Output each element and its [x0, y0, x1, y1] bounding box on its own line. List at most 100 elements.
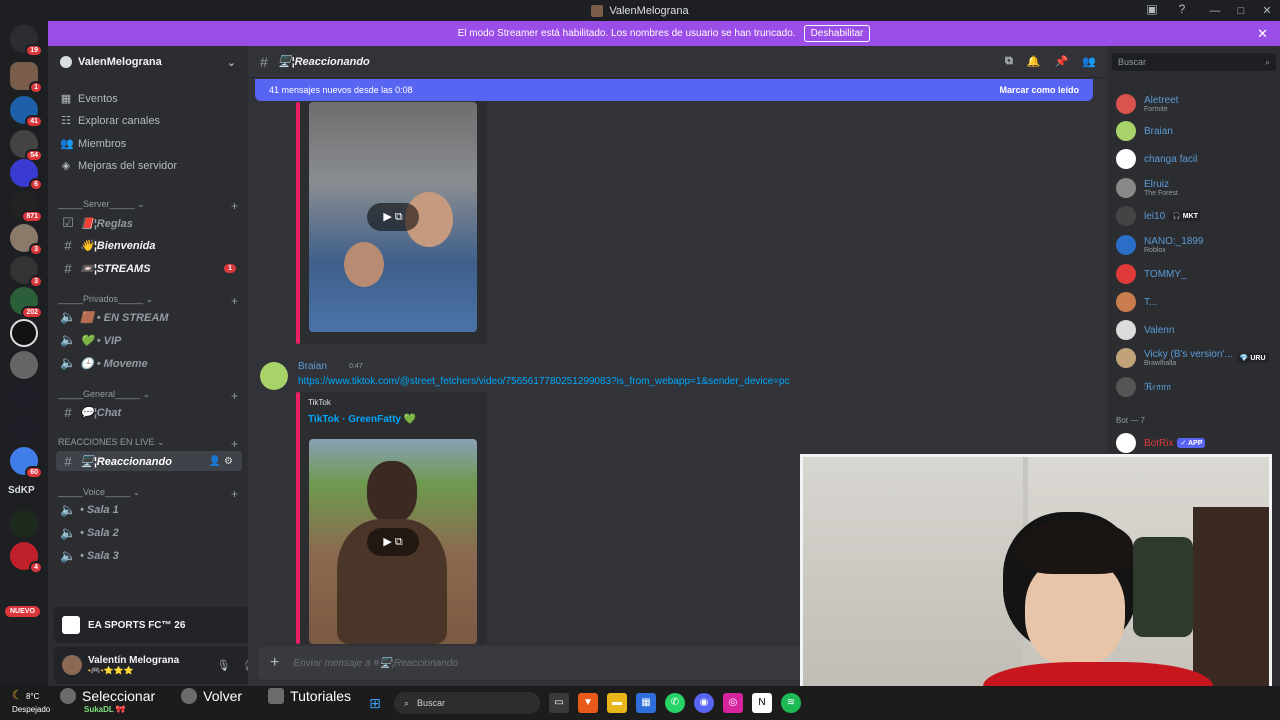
member-item[interactable]: Elruiz The Forest: [1116, 175, 1276, 201]
member-item[interactable]: changa facil: [1116, 146, 1276, 172]
video-thumbnail[interactable]: ▶ ⧉: [309, 102, 477, 332]
tutorials-hint[interactable]: Tutoriales: [268, 686, 351, 706]
taskbar-search[interactable]: ⌕ Buscar: [394, 692, 540, 714]
server-icon[interactable]: [10, 415, 38, 443]
play-video-button[interactable]: ▶ ⧉: [367, 527, 419, 556]
guild-header[interactable]: ValenMelograna ⌄: [48, 46, 248, 78]
server-icon[interactable]: [10, 319, 38, 347]
voice-channel-en-stream[interactable]: 🔈 🟫 • EN STREAM: [56, 307, 242, 327]
channel-settings-icons[interactable]: 👤⚙: [209, 456, 236, 467]
maximize-button[interactable]: □: [1228, 5, 1254, 17]
channel-bienvenida[interactable]: # 👋¦Bienvenida: [56, 235, 242, 255]
embed-title[interactable]: TikTok · GreenFatty 💚: [308, 414, 416, 425]
member-item[interactable]: Braian: [1116, 118, 1276, 144]
new-messages-bar[interactable]: 41 mensajes nuevos desde las 0:08 Marcar…: [255, 79, 1093, 101]
microphone-icon[interactable]: 🎙: [216, 659, 230, 672]
server-icon[interactable]: [10, 351, 38, 379]
server-icon[interactable]: 1: [10, 62, 43, 94]
close-window-button[interactable]: ✕: [1254, 4, 1280, 17]
server-icon[interactable]: 3: [10, 256, 43, 288]
server-icon[interactable]: 6: [10, 159, 43, 191]
channel-reglas[interactable]: ☑ 📕¦Reglas: [56, 213, 242, 233]
disable-streamer-button[interactable]: Deshabilitar: [803, 25, 871, 42]
member-item[interactable]: Aletreet Fortnite: [1116, 91, 1276, 117]
server-icon[interactable]: 54: [10, 130, 43, 162]
discord-icon[interactable]: ◉: [694, 693, 714, 713]
server-icon[interactable]: 871: [10, 191, 43, 223]
chevron-down-icon: ⌄: [226, 56, 236, 69]
voice-channel-sala-2[interactable]: 🔈 • Sala 2: [56, 523, 242, 543]
add-channel-icon[interactable]: +: [231, 294, 238, 308]
server-icon[interactable]: 4: [10, 542, 43, 574]
channel-streams[interactable]: # 📼¦STREAMS 1: [56, 258, 242, 278]
file-explorer-icon[interactable]: ▬: [607, 693, 627, 713]
notion-icon[interactable]: N: [752, 693, 772, 713]
add-attachment-icon[interactable]: +: [270, 654, 279, 672]
avatar[interactable]: [62, 655, 82, 675]
game-logo-icon: [62, 616, 80, 634]
close-banner-icon[interactable]: ✕: [1257, 26, 1268, 42]
server-icon[interactable]: 202: [10, 287, 43, 319]
search-input[interactable]: Buscar ⌕: [1112, 53, 1276, 71]
help-icon[interactable]: ?: [1174, 2, 1190, 18]
instagram-icon[interactable]: ◎: [723, 693, 743, 713]
member-item[interactable]: ℜ𝔢𝔫𝔫𝔫: [1116, 374, 1276, 400]
member-item[interactable]: Vicky (B's version'... Brawlhalla 💎 URU: [1116, 345, 1276, 371]
brave-browser-icon[interactable]: ▼: [578, 693, 598, 713]
store-icon[interactable]: ▦: [636, 693, 656, 713]
new-badge[interactable]: NUEVO: [5, 606, 40, 617]
avatar[interactable]: [260, 362, 288, 390]
member-item[interactable]: TOMMY_: [1116, 261, 1276, 287]
select-hint[interactable]: Seleccionar: [60, 686, 155, 706]
category-privados[interactable]: _____Privados_____ ⌄ +: [58, 294, 238, 308]
member-list-icon[interactable]: 👥: [1082, 55, 1096, 68]
task-view-icon[interactable]: ▭: [549, 693, 569, 713]
rules-icon: ☑: [62, 215, 74, 230]
category-reacciones[interactable]: REACCIONES EN LIVE ⌄ +: [58, 437, 238, 451]
category-voice[interactable]: _____Voice_____ ⌄ +: [58, 487, 238, 501]
bell-icon[interactable]: 🔔: [1027, 55, 1041, 68]
message-author[interactable]: Braian: [298, 361, 327, 372]
whatsapp-icon[interactable]: ✆: [665, 693, 685, 713]
play-video-button[interactable]: ▶ ⧉: [367, 203, 419, 231]
server-icon[interactable]: [10, 510, 38, 538]
weather-widget[interactable]: ☾ 8°C Despejado: [12, 689, 50, 716]
voice-channel-moveme[interactable]: 🔈 🕒 • Moveme: [56, 353, 242, 373]
add-channel-icon[interactable]: +: [231, 487, 238, 501]
category-general[interactable]: _____General_____ ⌄ +: [58, 389, 238, 403]
member-item[interactable]: Valenn: [1116, 317, 1276, 343]
nav-server-boosts[interactable]: ◈ Mejoras del servidor: [60, 159, 177, 173]
nav-events[interactable]: ▦ Eventos: [60, 92, 118, 106]
spotify-icon[interactable]: ≋: [781, 693, 801, 713]
add-channel-icon[interactable]: +: [231, 389, 238, 403]
member-item[interactable]: BotRix ✓ APP: [1116, 430, 1276, 456]
nav-members[interactable]: 👥 Miembros: [60, 137, 126, 151]
nav-browse-channels[interactable]: ☷ Explorar canales: [60, 114, 160, 128]
server-sdkp-label[interactable]: SdKP: [8, 485, 35, 496]
channel-reaccionando[interactable]: # 🖥️¦Reaccionando 👤⚙: [56, 451, 242, 471]
windows-start-icon[interactable]: ⊞: [365, 693, 385, 713]
mark-as-read-button[interactable]: Marcar como leído: [999, 85, 1079, 95]
back-hint[interactable]: Volver: [181, 686, 242, 706]
direct-messages-icon[interactable]: 19: [10, 25, 43, 57]
video-thumbnail[interactable]: ▶ ⧉: [309, 439, 477, 644]
voice-channel-sala-1[interactable]: 🔈 • Sala 1: [56, 500, 242, 520]
channel-chat[interactable]: # 💬¦Chat: [56, 402, 242, 422]
add-channel-icon[interactable]: +: [231, 437, 238, 451]
server-icon[interactable]: 60: [10, 447, 43, 479]
member-item[interactable]: T...: [1116, 289, 1276, 315]
inbox-icon[interactable]: ▣: [1144, 2, 1160, 18]
member-item[interactable]: lei10 🎧 MKT: [1116, 203, 1276, 229]
voice-channel-vip[interactable]: 🔈 💚 • VIP: [56, 330, 242, 350]
add-channel-icon[interactable]: +: [231, 199, 238, 213]
message-link[interactable]: https://www.tiktok.com/@street_fetchers/…: [298, 376, 790, 387]
category-server[interactable]: _____Server_____ ⌄ +: [58, 199, 238, 213]
server-icon[interactable]: 3: [10, 224, 43, 256]
threads-icon[interactable]: ⧉: [1005, 55, 1013, 68]
voice-channel-sala-3[interactable]: 🔈 • Sala 3: [56, 546, 242, 566]
pin-icon[interactable]: 📌: [1055, 55, 1069, 68]
server-icon[interactable]: 41: [10, 96, 43, 128]
minimize-button[interactable]: —: [1202, 5, 1228, 17]
server-icon[interactable]: [10, 383, 38, 411]
member-item[interactable]: NANO:_1899 Roblox: [1116, 232, 1276, 258]
